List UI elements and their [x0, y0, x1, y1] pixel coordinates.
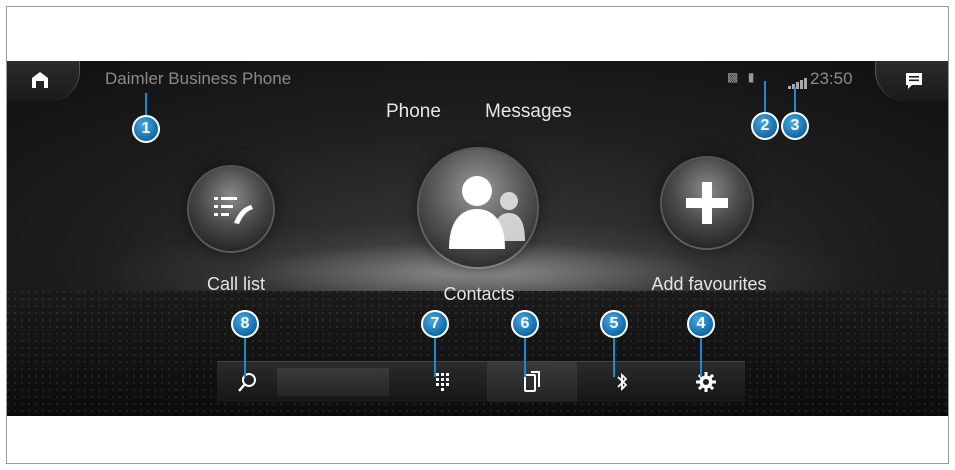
tab-phone[interactable]: Phone — [386, 101, 441, 123]
contacts-button[interactable] — [419, 149, 537, 267]
settings-button[interactable] — [667, 362, 745, 402]
status-icons: ▩ ▮ — [727, 70, 760, 84]
app-title: Daimler Business Phone — [105, 69, 292, 88]
clock: 23:50 — [810, 69, 853, 88]
tab-messages[interactable]: Messages — [485, 101, 572, 123]
home-button[interactable] — [7, 61, 80, 101]
home-icon — [32, 72, 48, 88]
call-list-icon — [214, 197, 253, 224]
search-button[interactable] — [217, 362, 277, 402]
phone-screen: Daimler Business Phone ▩ ▮ 23:50 Phone M… — [7, 61, 948, 416]
plus-icon — [686, 182, 728, 224]
phone-device-button[interactable] — [487, 362, 577, 402]
bottom-toolbar — [217, 361, 745, 402]
callout-5: 5 — [600, 310, 628, 338]
settings-gear-icon — [696, 372, 716, 392]
call-list-label: Call list — [206, 274, 265, 294]
contacts-icon — [449, 176, 525, 249]
callout-4: 4 — [687, 310, 715, 338]
add-favourites-button[interactable] — [662, 158, 752, 248]
callout-3: 3 — [781, 112, 809, 140]
signal-strength-icon — [788, 71, 808, 89]
callout-6: 6 — [511, 310, 539, 338]
bluetooth-button[interactable] — [577, 362, 667, 402]
sim-4g-icon: ▩ — [727, 70, 739, 84]
keypad-button[interactable] — [397, 362, 487, 402]
leader-line-3 — [794, 87, 796, 115]
battery-icon: ▮ — [747, 70, 755, 84]
callout-7: 7 — [421, 310, 449, 338]
leader-line-2 — [764, 81, 766, 115]
messages-shortcut-button[interactable] — [875, 61, 948, 101]
callout-1: 1 — [132, 115, 160, 143]
callout-8: 8 — [231, 310, 259, 338]
call-list-button[interactable] — [189, 167, 273, 251]
bluetooth-icon — [617, 372, 628, 392]
message-icon — [906, 73, 922, 89]
search-icon — [238, 373, 256, 392]
contacts-label: Contacts — [443, 284, 515, 304]
callout-2: 2 — [751, 112, 779, 140]
search-field[interactable] — [277, 368, 389, 396]
add-favourites-label: Add favourites — [651, 274, 767, 294]
